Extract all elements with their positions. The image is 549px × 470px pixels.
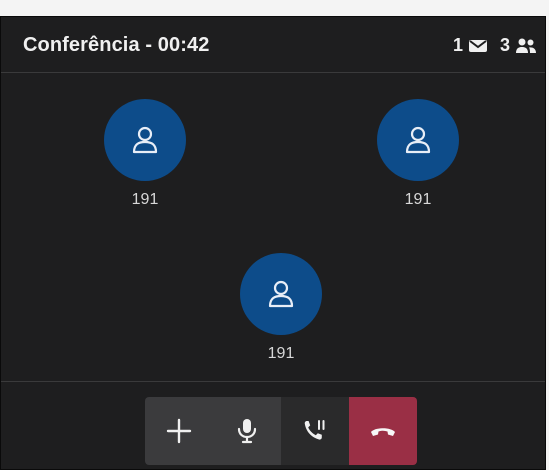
avatar	[377, 99, 459, 181]
user-icon	[268, 280, 294, 308]
conference-panel: Conferência - 00:42 1 3 191 191 191	[0, 16, 546, 470]
participant-name: 191	[267, 345, 295, 362]
envelope-icon	[468, 39, 487, 52]
phone-hangup-icon	[371, 428, 395, 436]
conference-title: Conferência - 00:42	[23, 34, 210, 56]
footer-divider	[1, 381, 545, 382]
participants-count: 3	[499, 35, 510, 55]
mute-button[interactable]	[213, 397, 281, 465]
participant-tile: 191	[231, 253, 331, 363]
avatar	[240, 253, 322, 335]
participants-stat[interactable]: 3	[500, 35, 537, 56]
messages-stat[interactable]: 1	[453, 35, 488, 56]
participant-tile: 191	[95, 99, 195, 209]
participant-name: 191	[404, 191, 432, 208]
add-participant-button[interactable]	[145, 397, 213, 465]
users-icon	[516, 38, 536, 53]
call-controls	[145, 397, 417, 465]
hold-button[interactable]	[281, 397, 349, 465]
page: Conferência - 00:42 1 3 191 191 191	[0, 0, 549, 470]
user-icon	[132, 126, 158, 154]
hangup-button[interactable]	[349, 397, 417, 465]
messages-count: 1	[452, 35, 463, 55]
avatar	[104, 99, 186, 181]
conference-header: Conferência - 00:42 1 3	[1, 17, 545, 73]
participant-tile: 191	[368, 99, 468, 209]
microphone-icon	[237, 419, 257, 444]
participant-name: 191	[131, 191, 159, 208]
plus-icon	[166, 418, 192, 444]
conference-stats: 1 3	[453, 35, 537, 56]
user-icon	[405, 126, 431, 154]
phone-hold-icon	[304, 420, 325, 440]
